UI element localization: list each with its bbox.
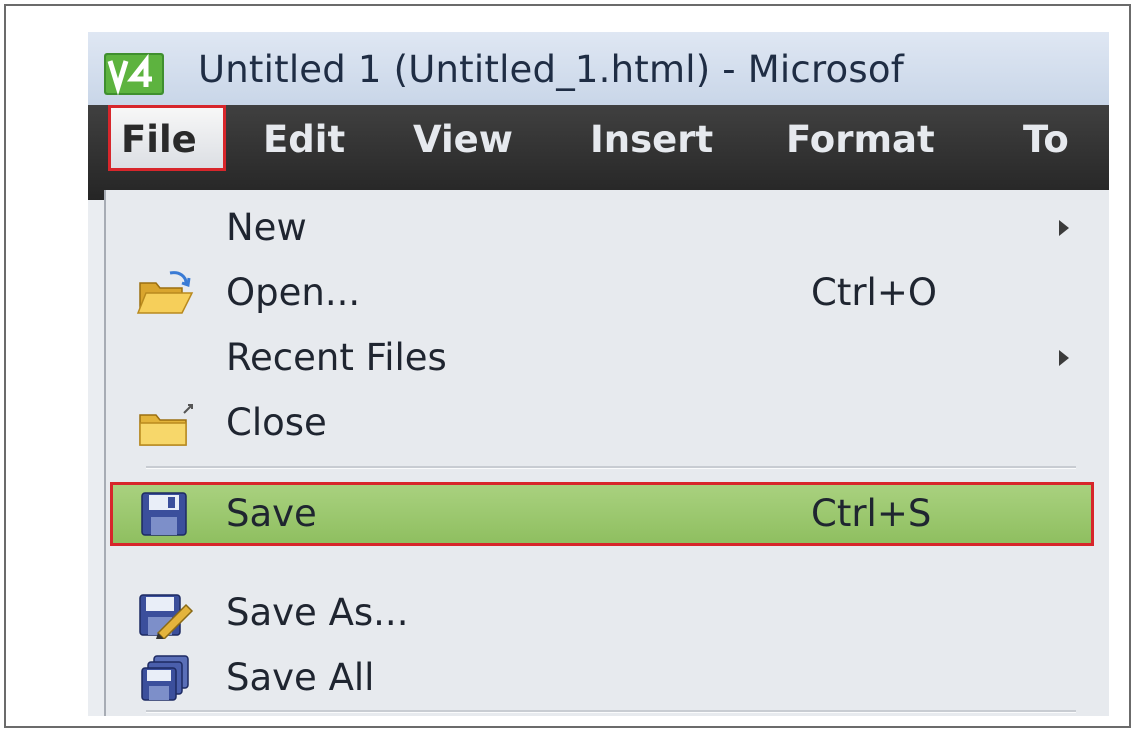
- title-bar: Untitled 1 (Untitled_1.html) - Microsof: [88, 32, 1109, 105]
- menu-item-new[interactable]: New: [106, 198, 1109, 260]
- menu-item-label: Close: [226, 401, 327, 444]
- menu-item-label: Open...: [226, 271, 361, 314]
- menu-item-shortcut: Ctrl+O: [811, 271, 937, 314]
- menu-item-open[interactable]: Open... Ctrl+O: [106, 263, 1109, 325]
- window-title: Untitled 1 (Untitled_1.html) - Microsof: [198, 48, 904, 91]
- file-dropdown-menu: New Open... Ctrl+O Recent Files Close Sa…: [104, 190, 1109, 716]
- menu-item-label: Save As...: [226, 591, 409, 634]
- menu-item-save[interactable]: Save Ctrl+S: [110, 482, 1094, 546]
- menu-bar: File Edit View Insert Format To: [88, 105, 1109, 200]
- screenshot-frame: Untitled 1 (Untitled_1.html) - Microsof …: [4, 4, 1131, 728]
- app-logo-icon: [104, 53, 164, 95]
- menu-item-recent-files[interactable]: Recent Files: [106, 328, 1109, 390]
- save-all-icon: [141, 655, 189, 701]
- submenu-arrow-icon: [1059, 350, 1069, 366]
- menu-item-shortcut: Ctrl+S: [811, 492, 932, 535]
- menu-format[interactable]: Format: [786, 118, 935, 161]
- menu-file[interactable]: File: [108, 105, 226, 171]
- menu-separator: [146, 710, 1076, 713]
- submenu-arrow-icon: [1059, 220, 1069, 236]
- menu-item-save-as[interactable]: Save As...: [106, 583, 1109, 645]
- menu-tools[interactable]: To: [1023, 118, 1069, 161]
- save-as-icon: [139, 594, 194, 639]
- menu-item-save-all[interactable]: Save All: [106, 648, 1109, 710]
- menu-item-label: Recent Files: [226, 336, 447, 379]
- open-folder-icon: [136, 271, 194, 314]
- menu-item-close[interactable]: Close: [106, 393, 1109, 455]
- application-window: Untitled 1 (Untitled_1.html) - Microsof …: [88, 32, 1109, 716]
- menu-separator: [146, 466, 1076, 469]
- menu-file-label: File: [121, 118, 197, 161]
- close-folder-icon: [139, 404, 193, 446]
- menu-edit[interactable]: Edit: [263, 118, 345, 161]
- save-floppy-icon: [141, 492, 187, 536]
- menu-item-label: New: [226, 206, 307, 249]
- menu-item-label: Save All: [226, 656, 375, 699]
- menu-insert[interactable]: Insert: [590, 118, 713, 161]
- menu-view[interactable]: View: [413, 118, 513, 161]
- menu-item-label: Save: [226, 492, 317, 535]
